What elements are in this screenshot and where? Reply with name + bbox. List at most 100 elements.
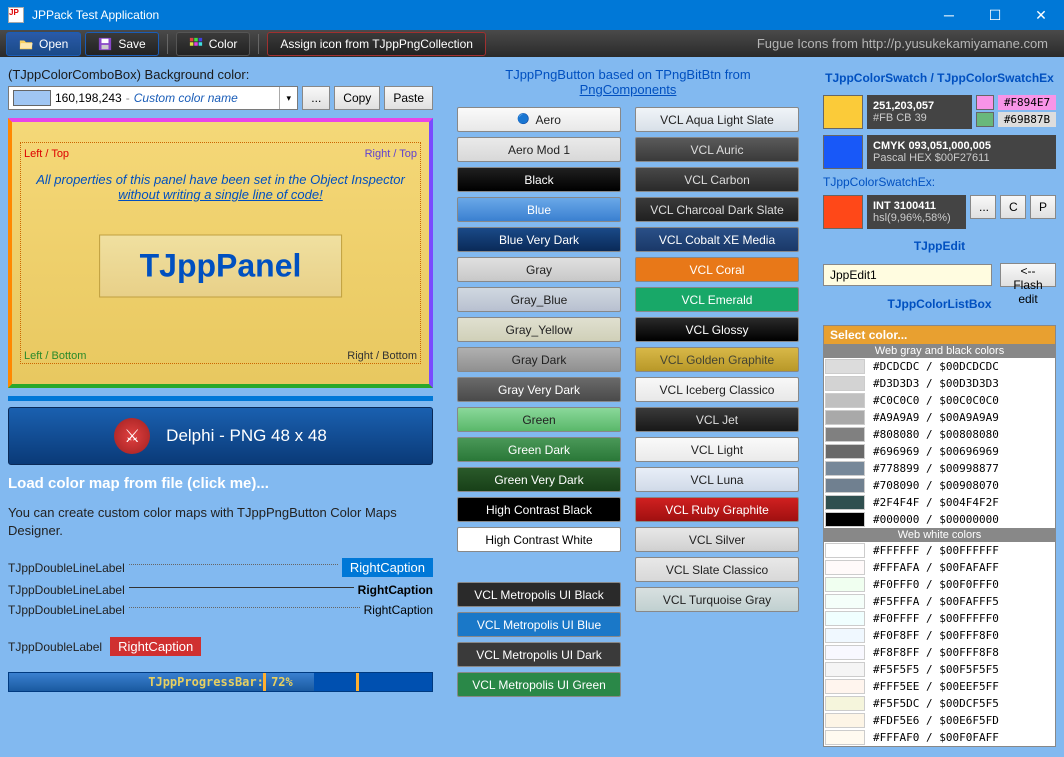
edit-title: TJppEdit [823, 239, 1056, 253]
png-button[interactable]: VCL Aqua Light Slate [635, 107, 799, 132]
png-button[interactable]: Black [457, 167, 621, 192]
swatch-c-button[interactable]: C [1000, 195, 1026, 219]
listbox-row[interactable]: #F0FFF0 / $00F0FFF0 [824, 576, 1055, 593]
listbox-row[interactable]: #C0C0C0 / $00C0C0C0 [824, 392, 1055, 409]
minimize-button[interactable]: ─ [926, 0, 972, 30]
listbox-row[interactable]: #F5F5DC / $00DCF5F5 [824, 695, 1055, 712]
listbox-row[interactable]: #FFFAF0 / $00F0FAFF [824, 729, 1055, 746]
png-button[interactable]: VCL Jet [635, 407, 799, 432]
png-button[interactable]: VCL Metropolis UI Black [457, 582, 621, 607]
png-button[interactable]: VCL Light [635, 437, 799, 462]
listbox-row[interactable]: #778899 / $00998877 [824, 460, 1055, 477]
listbox-row[interactable]: #708090 / $00908070 [824, 477, 1055, 494]
custom-text: You can create custom color maps with TJ… [8, 504, 433, 540]
maximize-button[interactable]: ☐ [972, 0, 1018, 30]
png-button[interactable]: VCL Ruby Graphite [635, 497, 799, 522]
png-button[interactable]: VCL Metropolis UI Dark [457, 642, 621, 667]
png-button[interactable]: Gray_Yellow [457, 317, 621, 342]
png-button[interactable]: VCL Golden Graphite [635, 347, 799, 372]
color-listbox[interactable]: Select color... Web gray and black color… [823, 325, 1056, 747]
color-button[interactable]: Color [176, 32, 251, 56]
png-button[interactable]: VCL Emerald [635, 287, 799, 312]
save-button[interactable]: Save [85, 32, 158, 56]
listbox-row[interactable]: #2F4F4F / $004F4F2F [824, 494, 1055, 511]
listbox-row[interactable]: #D3D3D3 / $00D3D3D3 [824, 375, 1055, 392]
chevron-down-icon[interactable]: ▾ [279, 87, 297, 109]
png-button[interactable]: VCL Turquoise Gray [635, 587, 799, 612]
png-button[interactable]: Green [457, 407, 621, 432]
progress-bar: TJppProgressBar: 72% [8, 672, 433, 692]
png-button[interactable]: VCL Metropolis UI Blue [457, 612, 621, 637]
combo-label: (TJppColorComboBox) Background color: [8, 67, 433, 82]
corner-right-top: Right / Top [365, 148, 417, 160]
assign-icon-button[interactable]: Assign icon from TJppPngCollection [267, 32, 486, 56]
png-button[interactable]: VCL Metropolis UI Green [457, 672, 621, 697]
delphi-button[interactable]: ⚔ Delphi - PNG 48 x 48 [8, 407, 433, 465]
listbox-row[interactable]: #FFF5EE / $00EEF5FF [824, 678, 1055, 695]
png-button[interactable]: VCL Auric [635, 137, 799, 162]
listbox-row[interactable]: #FFFAFA / $00FAFAFF [824, 559, 1055, 576]
close-button[interactable]: ✕ [1018, 0, 1064, 30]
listbox-row[interactable]: #F8F8FF / $00FFF8F8 [824, 644, 1055, 661]
listbox-row[interactable]: #000000 / $00000000 [824, 511, 1055, 528]
png-button[interactable]: VCL Slate Classico [635, 557, 799, 582]
png-button[interactable]: VCL Carbon [635, 167, 799, 192]
png-button[interactable]: VCL Silver [635, 527, 799, 552]
corner-right-bottom: Right / Bottom [347, 350, 417, 362]
window-title: JPPack Test Application [32, 8, 159, 22]
credit-label: Fugue Icons from http://p.yusukekamiyama… [757, 36, 1058, 51]
color-swatch-3[interactable] [976, 112, 994, 127]
jpp-edit-input[interactable] [823, 264, 992, 286]
color-swatch-1[interactable] [823, 95, 863, 129]
corner-left-top: Left / Top [24, 148, 69, 160]
listbox-row[interactable]: #F5F5F5 / $00F5F5F5 [824, 661, 1055, 678]
png-button[interactable]: Gray Very Dark [457, 377, 621, 402]
load-colormap-link[interactable]: Load color map from file (click me)... [8, 475, 433, 492]
png-button[interactable]: Green Dark [457, 437, 621, 462]
png-button[interactable]: High Contrast Black [457, 497, 621, 522]
color-swatch-2[interactable] [976, 95, 994, 110]
png-button[interactable]: Gray_Blue [457, 287, 621, 312]
color-swatch-ex[interactable] [823, 195, 863, 229]
listbox-row[interactable]: #FFFFFF / $00FFFFFF [824, 542, 1055, 559]
titlebar: JPPack Test Application ─ ☐ ✕ [0, 0, 1064, 30]
listbox-row[interactable]: #808080 / $00808080 [824, 426, 1055, 443]
listbox-selected[interactable]: Select color... [824, 326, 1055, 344]
png-button[interactable]: Blue [457, 197, 621, 222]
png-button[interactable]: Gray [457, 257, 621, 282]
listbox-row[interactable]: #DCDCDC / $00DCDCDC [824, 358, 1055, 375]
delphi-icon: ⚔ [114, 418, 150, 454]
color-palette-icon [189, 37, 203, 51]
png-button[interactable]: 🔵Aero [457, 107, 621, 132]
listbox-row[interactable]: #F0FFFF / $00FFFFF0 [824, 610, 1055, 627]
paste-button[interactable]: Paste [384, 86, 433, 110]
listbox-row[interactable]: #FDF5E6 / $00E6F5FD [824, 712, 1055, 729]
swatch-p-button[interactable]: P [1030, 195, 1056, 219]
png-button[interactable]: VCL Coral [635, 257, 799, 282]
copy-button[interactable]: Copy [334, 86, 380, 110]
png-button[interactable]: Aero Mod 1 [457, 137, 621, 162]
png-button[interactable]: Green Very Dark [457, 467, 621, 492]
open-button[interactable]: Open [6, 32, 81, 56]
corner-left-bottom: Left / Bottom [24, 350, 86, 362]
png-button[interactable]: Gray Dark [457, 347, 621, 372]
swatch-ex-label: TJppColorSwatchEx: [823, 175, 1056, 189]
png-button[interactable]: VCL Cobalt XE Media [635, 227, 799, 252]
dots-button[interactable]: ... [302, 86, 330, 110]
color-swatch-4[interactable] [823, 135, 863, 169]
listbox-row[interactable]: #F0F8FF / $00FFF8F0 [824, 627, 1055, 644]
flash-edit-button[interactable]: <-- Flash edit [1000, 263, 1056, 287]
listbox-row[interactable]: #696969 / $00696969 [824, 443, 1055, 460]
png-button[interactable]: VCL Charcoal Dark Slate [635, 197, 799, 222]
listbox-row[interactable]: #F5FFFA / $00FAFFF5 [824, 593, 1055, 610]
png-button[interactable]: VCL Iceberg Classico [635, 377, 799, 402]
png-button[interactable]: Blue Very Dark [457, 227, 621, 252]
color-combobox[interactable]: 160,198,243 - Custom color name ▾ [8, 86, 298, 110]
png-button[interactable]: VCL Glossy [635, 317, 799, 342]
listbox-row[interactable]: #A9A9A9 / $00A9A9A9 [824, 409, 1055, 426]
png-button[interactable]: VCL Luna [635, 467, 799, 492]
folder-open-icon [19, 37, 33, 51]
listbox-title: TJppColorListBox [823, 297, 1056, 311]
png-button[interactable]: High Contrast White [457, 527, 621, 552]
swatch-dots-button[interactable]: ... [970, 195, 996, 219]
